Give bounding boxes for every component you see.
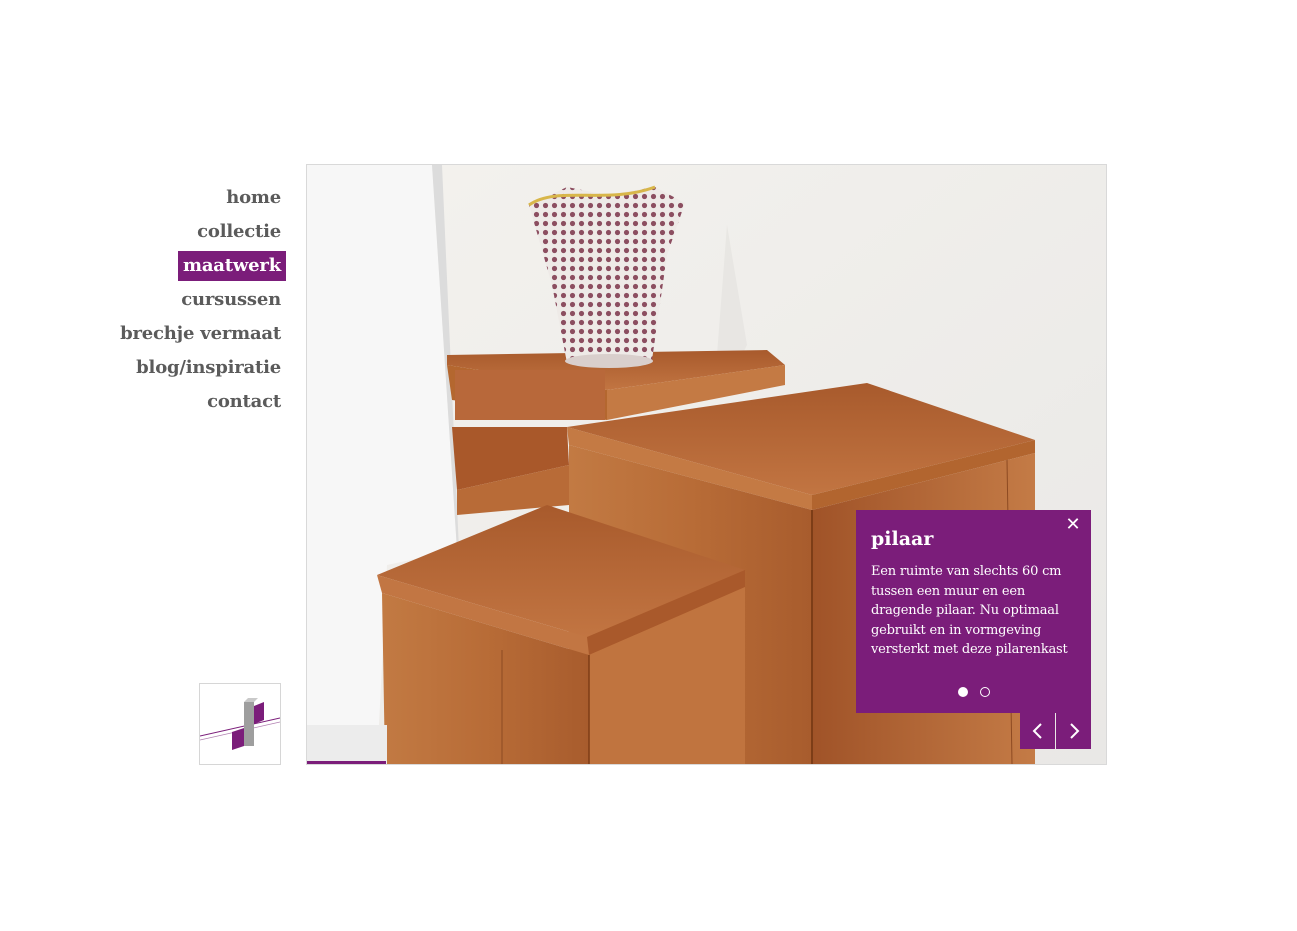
nav-link-home[interactable]: home bbox=[221, 183, 286, 213]
nav-link-collectie[interactable]: collectie bbox=[192, 217, 286, 247]
caption-text: Een ruimte van slechts 60 cm tussen een … bbox=[871, 564, 1068, 657]
nav-item-blog: blog/inspiratie bbox=[0, 353, 286, 387]
nav-item-contact: contact bbox=[0, 387, 286, 421]
slide-progress-bar bbox=[307, 761, 386, 764]
next-slide-button[interactable] bbox=[1056, 713, 1091, 749]
nav-item-maatwerk: maatwerk bbox=[0, 251, 286, 285]
pager-dot-2[interactable] bbox=[979, 687, 990, 697]
nav-item-cursussen: cursussen bbox=[0, 285, 286, 319]
slide-caption-panel: ✕ pilaar Een ruimte van slechts 60 cm tu… bbox=[856, 510, 1091, 713]
caption-pager bbox=[856, 687, 1091, 697]
nav-link-contact[interactable]: contact bbox=[202, 387, 286, 417]
caption-title: pilaar bbox=[871, 528, 934, 550]
main-navigation: home collectie maatwerk cursussen brechj… bbox=[0, 183, 286, 421]
pager-dot-1[interactable] bbox=[957, 687, 968, 697]
close-icon[interactable]: ✕ bbox=[1065, 516, 1081, 534]
nav-link-cursussen[interactable]: cursussen bbox=[176, 285, 286, 315]
nav-link-maatwerk[interactable]: maatwerk bbox=[178, 251, 286, 281]
site-logo[interactable] bbox=[199, 683, 281, 765]
chevron-right-icon bbox=[1070, 723, 1080, 739]
nav-link-blog-inspiratie[interactable]: blog/inspiratie bbox=[131, 353, 286, 383]
chevron-left-icon bbox=[1032, 723, 1042, 739]
nav-item-collectie: collectie bbox=[0, 217, 286, 251]
slide-arrows bbox=[1020, 713, 1091, 749]
logo-mark bbox=[199, 698, 281, 750]
previous-slide-button[interactable] bbox=[1020, 713, 1055, 749]
nav-link-brechje-vermaat[interactable]: brechje vermaat bbox=[115, 319, 286, 349]
nav-item-home: home bbox=[0, 183, 286, 217]
nav-item-brechje-vermaat: brechje vermaat bbox=[0, 319, 286, 353]
